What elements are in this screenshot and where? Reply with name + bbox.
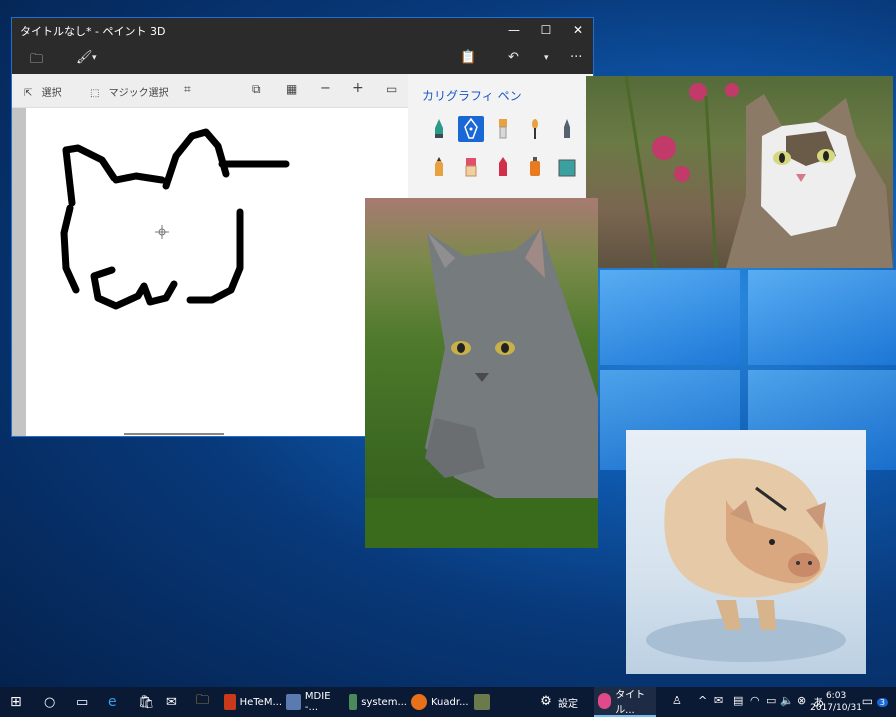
canvas-toolbar: ⇱ 選択 ⬚ マジック選択 ⌗ ⧉ ▦ − + ▭ bbox=[12, 74, 408, 108]
task-view-icon[interactable]: ▭ bbox=[76, 687, 88, 717]
marker-brush[interactable] bbox=[426, 116, 452, 142]
app-icon bbox=[224, 694, 236, 710]
pencil-brush[interactable] bbox=[426, 154, 452, 180]
windows-start-icon[interactable]: ⊞ bbox=[10, 687, 22, 717]
zoom-out-icon[interactable]: − bbox=[320, 81, 331, 96]
paste-icon[interactable]: 📋 bbox=[460, 50, 476, 65]
date: 2017/10/31 bbox=[810, 703, 862, 713]
mail-tray-icon[interactable]: ✉ bbox=[714, 694, 723, 707]
3d-view-icon[interactable]: ⧉ bbox=[252, 82, 261, 97]
zoom-in-icon[interactable]: + bbox=[352, 80, 364, 96]
taskbar-item-mdie[interactable]: MDIE -... bbox=[286, 687, 344, 717]
notification-icon: ▭ bbox=[861, 694, 874, 708]
title-bar[interactable]: タイトルなし* - ペイント 3D — ☐ ✕ bbox=[12, 18, 593, 42]
close-button[interactable]: ✕ bbox=[562, 18, 594, 42]
panel-title: カリグラフィ ペン bbox=[422, 89, 522, 103]
taskbar-item-paint3d[interactable]: タイトル... bbox=[594, 687, 656, 717]
chevron-down-icon[interactable]: ▾ bbox=[92, 53, 97, 63]
app-icon bbox=[286, 694, 301, 710]
minimize-button[interactable]: — bbox=[498, 18, 530, 42]
folder-icon[interactable]: 🗀 bbox=[30, 50, 43, 72]
brush-icon[interactable]: 🖌 bbox=[76, 50, 93, 65]
horizontal-scrollbar[interactable] bbox=[124, 433, 224, 435]
taskbar-item-label: 設定 bbox=[558, 698, 578, 710]
drawing-canvas[interactable] bbox=[26, 108, 408, 436]
menu-bar: 🗀 🖌 ▾ 📋 ↶ ▾ ··· bbox=[12, 42, 593, 74]
notification-center[interactable]: ▭ 3 bbox=[862, 694, 888, 708]
window-title: タイトルなし* - ペイント 3D bbox=[20, 25, 166, 38]
taskbar-item-settings[interactable]: ⚙ 設定 bbox=[538, 687, 588, 717]
spray-can-brush[interactable] bbox=[522, 154, 548, 180]
firefox-icon bbox=[411, 694, 427, 710]
select-label: 選択 bbox=[41, 88, 62, 99]
network-icon[interactable]: ▤ bbox=[733, 694, 743, 707]
magic-select-label: マジック選択 bbox=[108, 88, 169, 99]
piggy-bank-illustration bbox=[646, 458, 846, 662]
mail-icon[interactable]: ✉ bbox=[166, 687, 177, 717]
taskbar-item-photos[interactable] bbox=[474, 687, 494, 717]
taskbar-item-hetem[interactable]: HeTeM... bbox=[224, 687, 282, 717]
gray-kitten-illustration bbox=[365, 228, 598, 548]
people-icon[interactable]: ♙ bbox=[672, 694, 682, 707]
photo-gray-kitten[interactable] bbox=[365, 198, 598, 548]
watercolor-brush[interactable] bbox=[522, 116, 548, 142]
clock[interactable]: 6:03 2017/10/31 bbox=[810, 690, 862, 714]
taskbar-item-kuadr[interactable]: Kuadr... bbox=[411, 687, 469, 717]
taskbar-item-label: Kuadr... bbox=[431, 696, 469, 708]
taskbar-item-label: system... bbox=[361, 696, 407, 708]
close-circle-icon[interactable]: ⊗ bbox=[797, 694, 806, 707]
crop-icon[interactable]: ⌗ bbox=[184, 82, 191, 97]
photo-icon bbox=[474, 694, 490, 710]
wifi-icon[interactable]: ◠ bbox=[750, 694, 760, 707]
tabby-cat-illustration bbox=[624, 76, 893, 268]
pixel-pen-brush[interactable] bbox=[554, 116, 580, 142]
store-icon[interactable]: 🛍 bbox=[138, 687, 155, 717]
canvas-area bbox=[12, 108, 408, 436]
grid-icon[interactable]: ▦ bbox=[286, 82, 297, 96]
taskbar-item-label: タイトル... bbox=[615, 690, 646, 716]
cat-drawing bbox=[60, 128, 290, 310]
eraser-brush[interactable] bbox=[458, 154, 484, 180]
gear-icon: ⚙ bbox=[540, 694, 552, 709]
oil-brush[interactable] bbox=[490, 116, 516, 142]
battery-icon[interactable]: ▭ bbox=[766, 694, 776, 707]
photo-tabby-cat[interactable] bbox=[586, 76, 893, 268]
undo-icon[interactable]: ↶ bbox=[508, 50, 519, 65]
app-icon bbox=[349, 694, 358, 710]
search-icon[interactable]: ○ bbox=[44, 687, 55, 717]
paint3d-icon bbox=[598, 693, 612, 709]
explorer-icon[interactable]: 🗀 bbox=[196, 687, 209, 717]
calligraphy-pen-brush[interactable] bbox=[458, 116, 484, 142]
photo-piggy-bank[interactable] bbox=[626, 430, 866, 674]
maximize-button[interactable]: ☐ bbox=[530, 18, 562, 42]
more-icon[interactable]: ··· bbox=[570, 50, 582, 65]
edge-icon[interactable]: e bbox=[108, 687, 117, 717]
image-icon[interactable]: ▭ bbox=[386, 82, 397, 96]
chevron-down-icon[interactable]: ▾ bbox=[544, 53, 549, 63]
volume-icon[interactable]: 🔈 bbox=[780, 694, 794, 707]
taskbar-item-label: MDIE -... bbox=[304, 691, 331, 713]
desktop-logo-pane bbox=[600, 270, 740, 365]
taskbar-item-system[interactable]: system... bbox=[349, 687, 407, 717]
crayon-brush[interactable] bbox=[490, 154, 516, 180]
magic-select-icon: ⬚ bbox=[90, 88, 100, 99]
taskbar: ⊞ ○ ▭ e 🛍 ✉ 🗀 HeTeM... MDIE -... system.… bbox=[0, 687, 896, 717]
select-tool[interactable]: ⇱ 選択 bbox=[24, 84, 62, 99]
time: 6:03 bbox=[825, 691, 847, 701]
notification-count: 3 bbox=[876, 698, 888, 707]
cursor-icon: ⇱ bbox=[24, 88, 33, 99]
magic-select-tool[interactable]: ⬚ マジック選択 bbox=[90, 84, 169, 99]
fill-bucket-brush[interactable] bbox=[554, 154, 580, 180]
chevron-up-icon[interactable]: ^ bbox=[698, 694, 707, 707]
desktop-logo-pane bbox=[748, 270, 896, 365]
taskbar-item-label: HeTeM... bbox=[239, 696, 282, 708]
